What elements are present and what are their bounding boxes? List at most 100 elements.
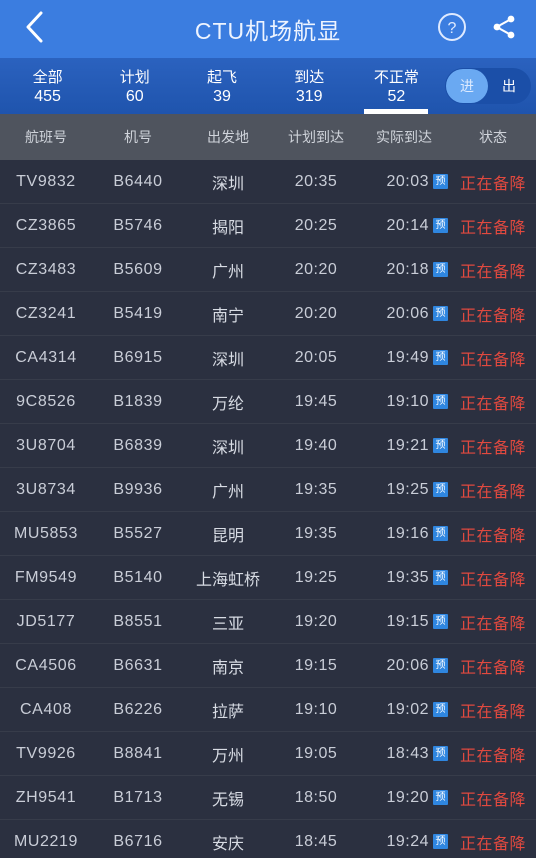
actual-arrival-time: 20:03: [386, 172, 429, 190]
cell-origin: 万州: [211, 747, 244, 765]
estimated-badge: 预: [433, 306, 448, 321]
cell-actual-arrival: 19:02 预: [360, 701, 450, 719]
direction-toggle[interactable]: 出 进: [445, 68, 532, 104]
cell-origin: 广州: [211, 483, 244, 501]
cell-registration: B8551: [113, 612, 163, 630]
table-column-header: 航班号 机号 出发地 计划到达 实际到达 状态: [0, 114, 536, 160]
share-button[interactable]: [486, 11, 522, 47]
actual-arrival-time: 19:02: [386, 700, 429, 718]
table-row[interactable]: 3U8734 B9936 广州 19:35 19:25 预正在备降: [0, 468, 536, 512]
cell-registration: B6226: [113, 700, 163, 718]
cell-flight-number: FM9549: [14, 568, 78, 586]
cell-origin: 深圳: [211, 351, 244, 369]
table-row[interactable]: MU2219 B6716 安庆 18:45 19:24 预正在备降: [0, 820, 536, 858]
table-row[interactable]: CZ3865 B5746 揭阳 20:25 20:14 预正在备降: [0, 204, 536, 248]
actual-arrival-time: 20:06: [386, 304, 429, 322]
table-row[interactable]: CA4314 B6915 深圳 20:05 19:49 预正在备降: [0, 336, 536, 380]
actual-arrival-time: 20:14: [386, 216, 429, 234]
table-row[interactable]: 3U8704 B6839 深圳 19:40 19:21 预正在备降: [0, 424, 536, 468]
table-row[interactable]: CA4506 B6631 南京 19:15 20:06 预正在备降: [0, 644, 536, 688]
cell-registration: B1713: [113, 788, 163, 806]
cell-planned-arrival: 19:25: [294, 568, 338, 586]
table-row[interactable]: CZ3241 B5419 南宁 20:20 20:06 预正在备降: [0, 292, 536, 336]
table-row[interactable]: CZ3483 B5609 广州 20:20 20:18 预正在备降: [0, 248, 536, 292]
cell-registration: B6631: [113, 656, 163, 674]
actual-arrival-time: 19:49: [386, 348, 429, 366]
estimated-badge: 预: [433, 746, 448, 761]
cell-registration: B8841: [113, 744, 163, 762]
cell-registration: B6440: [113, 172, 163, 190]
status-badge: 正在备降: [459, 571, 526, 589]
back-button[interactable]: [14, 9, 54, 49]
cell-registration: B5140: [113, 568, 163, 586]
actual-arrival-time: 19:35: [386, 568, 429, 586]
actual-arrival-time: 19:21: [386, 436, 429, 454]
cell-actual-arrival: 20:14 预: [360, 217, 450, 235]
cell-flight-number: CZ3865: [15, 216, 77, 234]
share-icon: [490, 13, 518, 46]
status-badge: 正在备降: [459, 703, 526, 721]
tab-irregular[interactable]: 不正常 52: [353, 58, 440, 114]
cell-flight-number: CZ3241: [15, 304, 77, 322]
cell-registration: B5527: [113, 524, 163, 542]
cell-origin: 万纶: [211, 395, 244, 413]
cell-flight-number: CA4506: [15, 656, 77, 674]
estimated-badge: 预: [433, 614, 448, 629]
cell-planned-arrival: 18:50: [294, 788, 338, 806]
cell-actual-arrival: 19:10 预: [360, 393, 450, 411]
tab-all[interactable]: 全部 455: [4, 58, 91, 114]
cell-flight-number: ZH9541: [15, 788, 77, 806]
cell-planned-arrival: 18:45: [294, 832, 338, 850]
estimated-badge: 预: [433, 350, 448, 365]
table-row[interactable]: 9C8526 B1839 万纶 19:45 19:10 预正在备降: [0, 380, 536, 424]
cell-flight-number: MU2219: [13, 832, 79, 850]
table-row[interactable]: MU5853 B5527 昆明 19:35 19:16 预正在备降: [0, 512, 536, 556]
column-header-registration: 机号: [124, 129, 152, 145]
cell-actual-arrival: 19:24 预: [360, 833, 450, 851]
table-row[interactable]: TV9926 B8841 万州 19:05 18:43 预正在备降: [0, 732, 536, 776]
status-badge: 正在备降: [459, 175, 526, 193]
tab-scheduled[interactable]: 计划 60: [91, 58, 178, 114]
estimated-badge: 预: [433, 526, 448, 541]
cell-planned-arrival: 20:20: [294, 260, 338, 278]
column-header-flight: 航班号: [25, 129, 67, 145]
tab-all-label: 全部: [32, 68, 63, 86]
status-badge: 正在备降: [459, 615, 526, 633]
column-header-status: 状态: [479, 129, 507, 145]
status-badge: 正在备降: [459, 483, 526, 501]
cell-registration: B5746: [113, 216, 163, 234]
toggle-in-label[interactable]: 进: [446, 69, 489, 103]
cell-actual-arrival: 19:21 预: [360, 437, 450, 455]
table-row[interactable]: FM9549 B5140 上海虹桥 19:25 19:35 预正在备降: [0, 556, 536, 600]
cell-actual-arrival: 20:03 预: [360, 173, 450, 191]
status-badge: 正在备降: [459, 747, 526, 765]
tab-arrivals[interactable]: 到达 319: [266, 58, 353, 114]
estimated-badge: 预: [433, 834, 448, 849]
filter-tabbar: 全部 455 计划 60 起飞 39 到达 319 不正常 52 出 进: [0, 58, 536, 114]
tab-departures-label: 起飞: [207, 68, 238, 86]
estimated-badge: 预: [433, 658, 448, 673]
table-row[interactable]: CA408 B6226 拉萨 19:10 19:02 预正在备降: [0, 688, 536, 732]
cell-actual-arrival: 18:43 预: [360, 745, 450, 763]
table-row[interactable]: JD5177 B8551 三亚 19:20 19:15 预正在备降: [0, 600, 536, 644]
cell-origin: 南京: [211, 659, 244, 677]
cell-actual-arrival: 20:18 预: [360, 261, 450, 279]
question-circle-icon: ?: [436, 11, 468, 48]
toggle-out-label[interactable]: 出: [487, 68, 531, 104]
cell-planned-arrival: 19:05: [294, 744, 338, 762]
cell-planned-arrival: 19:35: [294, 480, 338, 498]
table-row[interactable]: TV9832 B6440 深圳 20:35 20:03 预正在备降: [0, 160, 536, 204]
table-row[interactable]: ZH9541 B1713 无锡 18:50 19:20 预正在备降: [0, 776, 536, 820]
tab-departures[interactable]: 起飞 39: [178, 58, 265, 114]
help-button[interactable]: ?: [434, 11, 470, 47]
tab-irregular-label: 不正常: [373, 68, 419, 86]
tab-departures-count: 39: [213, 87, 231, 105]
cell-registration: B6839: [113, 436, 163, 454]
status-badge: 正在备降: [459, 351, 526, 369]
cell-actual-arrival: 19:20 预: [360, 789, 450, 807]
cell-flight-number: 3U8704: [16, 436, 76, 454]
status-badge: 正在备降: [459, 263, 526, 281]
cell-origin: 广州: [211, 263, 244, 281]
flight-list[interactable]: TV9832 B6440 深圳 20:35 20:03 预正在备降 CZ3865 B5746 揭…: [0, 160, 536, 858]
cell-actual-arrival: 20:06 预: [360, 305, 450, 323]
